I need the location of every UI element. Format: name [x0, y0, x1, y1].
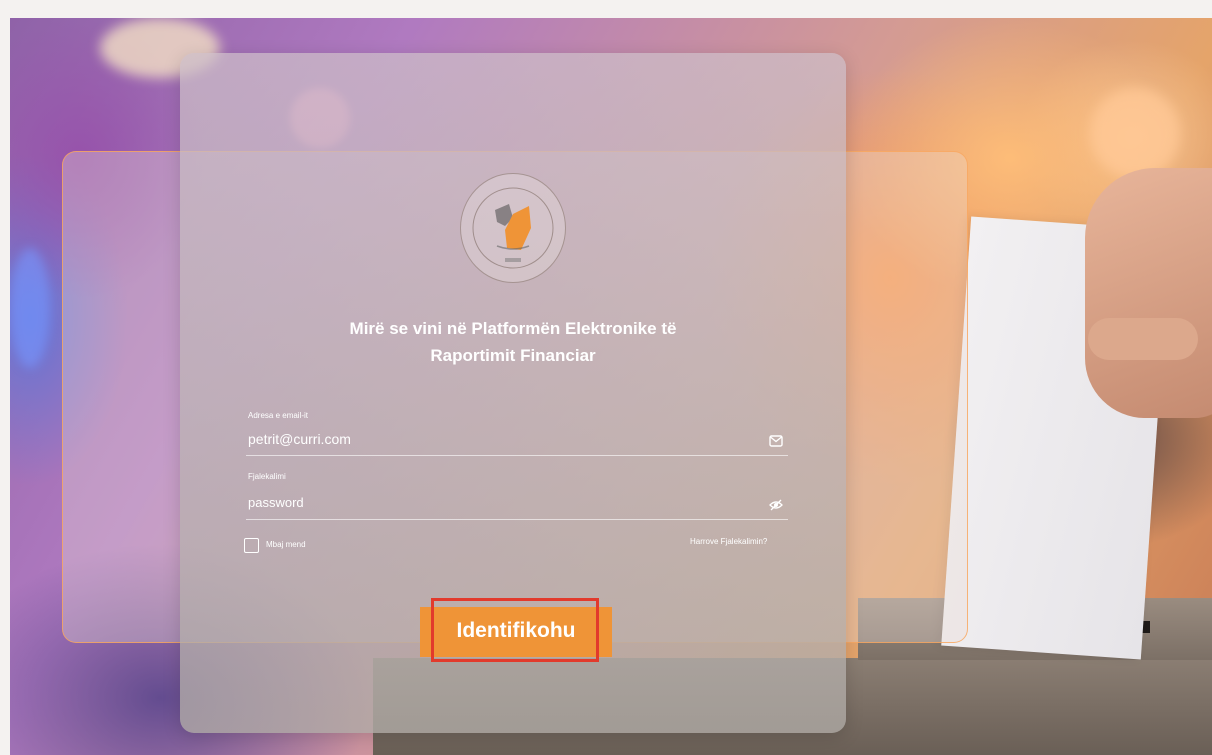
email-field[interactable]: petrit@curri.com	[246, 429, 788, 456]
email-value: petrit@curri.com	[248, 431, 351, 447]
password-label: Fjalekalimi	[248, 472, 286, 481]
mail-icon	[768, 433, 784, 449]
title-line-1: Mirë se vini në Platformën Elektronike t…	[349, 319, 677, 338]
login-button-label: Identifikohu	[456, 619, 576, 642]
bokeh-light	[10, 248, 50, 368]
login-card: Mirë se vini në Platformën Elektronike t…	[180, 53, 846, 733]
login-button[interactable]: Identifikohu	[416, 598, 616, 664]
email-label: Adresa e email-it	[248, 411, 309, 420]
forgot-password-link[interactable]: Harrove Fjalekalimin?	[690, 537, 767, 546]
background-photo: Mirë se vini në Platformën Elektronike t…	[10, 18, 1212, 755]
hand	[1085, 168, 1212, 418]
page-title: Mirë se vini në Platformën Elektronike t…	[250, 315, 776, 369]
bokeh-light	[1090, 88, 1180, 178]
emblem-logo	[460, 173, 566, 283]
password-value: password	[248, 495, 304, 510]
password-field[interactable]: password	[246, 493, 788, 520]
remember-checkbox[interactable]	[244, 538, 259, 553]
remember-label: Mbaj mend	[266, 540, 306, 549]
title-line-2: Raportimit Financiar	[430, 346, 596, 365]
eye-off-icon[interactable]	[768, 497, 784, 513]
hand-finger	[1088, 318, 1198, 360]
